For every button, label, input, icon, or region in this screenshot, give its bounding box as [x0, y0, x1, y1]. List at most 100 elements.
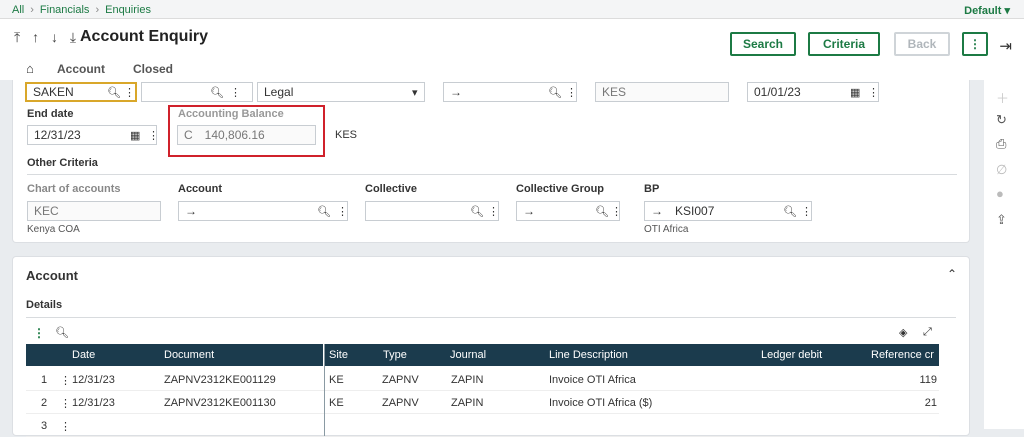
cell-reference-credit: 119	[919, 374, 937, 386]
column-header-document[interactable]: Document	[164, 349, 214, 361]
more-icon[interactable]: ⋮	[611, 205, 622, 218]
account-section-title: Account	[26, 268, 78, 283]
frozen-column-divider	[324, 344, 325, 436]
end-date-field[interactable]: 12/31/23 ▦ ⋮	[27, 125, 159, 145]
tab-account[interactable]: Account	[57, 62, 105, 76]
collective-group-field[interactable]: → 🔍︎ ⋮	[516, 201, 622, 221]
share-icon[interactable]: ⇪	[996, 212, 1007, 228]
home-icon[interactable]: ⌂	[26, 61, 34, 76]
more-icon[interactable]: ⋮	[124, 86, 135, 99]
add-icon[interactable]: ＋	[996, 88, 1009, 107]
more-icon[interactable]: ⋮	[566, 86, 577, 99]
collapse-chevron-icon[interactable]: ⌃	[947, 267, 957, 281]
account-arrow: →	[185, 204, 197, 218]
page-title: Account Enquiry	[80, 28, 209, 45]
chevron-right-icon: ›	[95, 4, 100, 16]
bp-field[interactable]: → KSI007 🔍︎ ⋮	[644, 201, 812, 221]
other-criteria-label: Other Criteria	[27, 157, 98, 169]
cell-date: 12/31/23	[72, 397, 115, 409]
column-header-ledger-debit[interactable]: Ledger debit	[761, 349, 822, 361]
account-label: Account	[178, 183, 222, 195]
field-4-arrow: →	[450, 85, 462, 99]
row-number: 2	[41, 397, 48, 409]
row-menu-icon[interactable]: ⋮	[60, 374, 71, 387]
expand-icon[interactable]: ⤢	[923, 326, 932, 339]
ledger-type-select[interactable]: Legal ▾	[257, 82, 425, 102]
tab-bar: Account Closed	[57, 62, 201, 76]
search-icon[interactable]: 🔍︎	[548, 86, 562, 99]
column-header-type[interactable]: Type	[383, 349, 407, 361]
search-icon[interactable]: 🔍︎	[317, 205, 331, 218]
account-panel: Account ⌃ Details ⋮ 🔍︎ ◈ ⤢ Date Document…	[12, 256, 970, 437]
more-icon[interactable]: ⋮	[148, 129, 159, 142]
cell-type: ZAPNV	[382, 397, 419, 409]
column-header-reference-credit[interactable]: Reference cr	[871, 349, 934, 361]
coa-value: KEC	[34, 204, 59, 218]
table-row[interactable]: 1 ⋮ 12/31/23 ZAPNV2312KE001129 KE ZAPNV …	[26, 369, 939, 391]
search-icon[interactable]: 🔍︎	[470, 205, 484, 218]
breadcrumb-enquiries[interactable]: Enquiries	[105, 4, 151, 16]
calendar-icon[interactable]: ▦	[130, 129, 140, 142]
start-date-value: 01/01/23	[754, 85, 801, 99]
criteria-button[interactable]: Criteria	[808, 32, 880, 56]
bp-arrow: →	[651, 204, 663, 218]
column-header-journal[interactable]: Journal	[450, 349, 486, 361]
field-4[interactable]: → 🔍︎ ⋮	[443, 82, 577, 102]
cell-journal: ZAPIN	[451, 397, 484, 409]
grid-search-icon[interactable]: 🔍︎	[55, 326, 69, 339]
breadcrumb-all[interactable]: All	[12, 4, 24, 16]
table-row[interactable]: 3 ⋮	[26, 415, 939, 437]
row-menu-icon[interactable]: ⋮	[60, 397, 71, 410]
divider	[27, 174, 957, 175]
exit-icon[interactable]: ⇥	[999, 37, 1012, 55]
balance-currency: KES	[335, 129, 358, 141]
comment-icon[interactable]: ●	[996, 186, 1004, 201]
top-bar: All › Financials › Enquiries Default ▾	[0, 0, 1024, 19]
field-2[interactable]: 🔍︎ ⋮	[141, 82, 253, 102]
table-row[interactable]: 2 ⋮ 12/31/23 ZAPNV2312KE001130 KE ZAPNV …	[26, 392, 939, 414]
column-header-site[interactable]: Site	[329, 349, 348, 361]
more-icon[interactable]: ⋮	[801, 205, 812, 218]
back-button[interactable]: Back	[894, 32, 950, 56]
collective-field[interactable]: 🔍︎ ⋮	[365, 201, 499, 221]
bp-label: BP	[644, 183, 660, 195]
cell-line-description: Invoice OTI Africa ($)	[549, 397, 653, 409]
more-icon[interactable]: ⋮	[337, 205, 348, 218]
layers-icon[interactable]: ◈	[899, 326, 907, 339]
calendar-icon[interactable]: ▦	[850, 86, 860, 99]
more-actions-button[interactable]: ⋮	[962, 32, 988, 56]
collective-group-arrow: →	[523, 204, 535, 218]
refresh-icon[interactable]: ↻	[996, 112, 1007, 128]
column-header-date[interactable]: Date	[72, 349, 95, 361]
right-toolbar: ＋ ↻ ⎙ ∅ ● ⇪	[984, 80, 1024, 429]
search-icon[interactable]: 🔍︎	[107, 86, 121, 99]
row-number: 3	[41, 420, 48, 432]
start-date-field[interactable]: 01/01/23 ▦ ⋮	[747, 82, 879, 102]
row-menu-icon[interactable]: ⋮	[60, 420, 71, 433]
grid-header-scroll: Site Type Journal Line Description Ledge…	[325, 344, 939, 366]
criteria-panel: SAKEN 🔍︎ ⋮ 🔍︎ ⋮ Legal ▾ → 🔍︎ ⋮ KES 01/01…	[12, 80, 970, 243]
account-field[interactable]: → 🔍︎ ⋮	[178, 201, 348, 221]
print-icon[interactable]: ⎙	[996, 136, 1006, 152]
search-button[interactable]: Search	[730, 32, 796, 56]
more-icon[interactable]: ⋮	[488, 205, 499, 218]
company-field[interactable]: SAKEN 🔍︎ ⋮	[25, 82, 137, 102]
balance-prefix: C	[184, 128, 193, 142]
search-icon[interactable]: 🔍︎	[210, 86, 224, 99]
tab-closed[interactable]: Closed	[133, 62, 173, 76]
default-selector[interactable]: Default ▾	[964, 4, 1010, 17]
more-icon[interactable]: ⋮	[230, 86, 241, 99]
cell-reference-credit: 21	[924, 397, 937, 409]
column-header-line-description[interactable]: Line Description	[549, 349, 628, 361]
accounting-balance-field: C 140,806.16	[177, 125, 316, 145]
attachment-icon[interactable]: ∅	[996, 162, 1007, 178]
record-navigation-icons[interactable]: ⤒ ↑ ↓ ⤓	[14, 29, 80, 46]
grid-menu-icon[interactable]: ⋮	[33, 326, 45, 340]
search-icon[interactable]: 🔍︎	[595, 205, 609, 218]
caret-down-icon: ▾	[1004, 5, 1010, 17]
chart-of-accounts-label: Chart of accounts	[27, 183, 121, 195]
accounting-balance-label: Accounting Balance	[178, 108, 284, 120]
search-icon[interactable]: 🔍︎	[783, 205, 797, 218]
more-icon[interactable]: ⋮	[868, 86, 879, 99]
breadcrumb-financials[interactable]: Financials	[40, 4, 90, 16]
